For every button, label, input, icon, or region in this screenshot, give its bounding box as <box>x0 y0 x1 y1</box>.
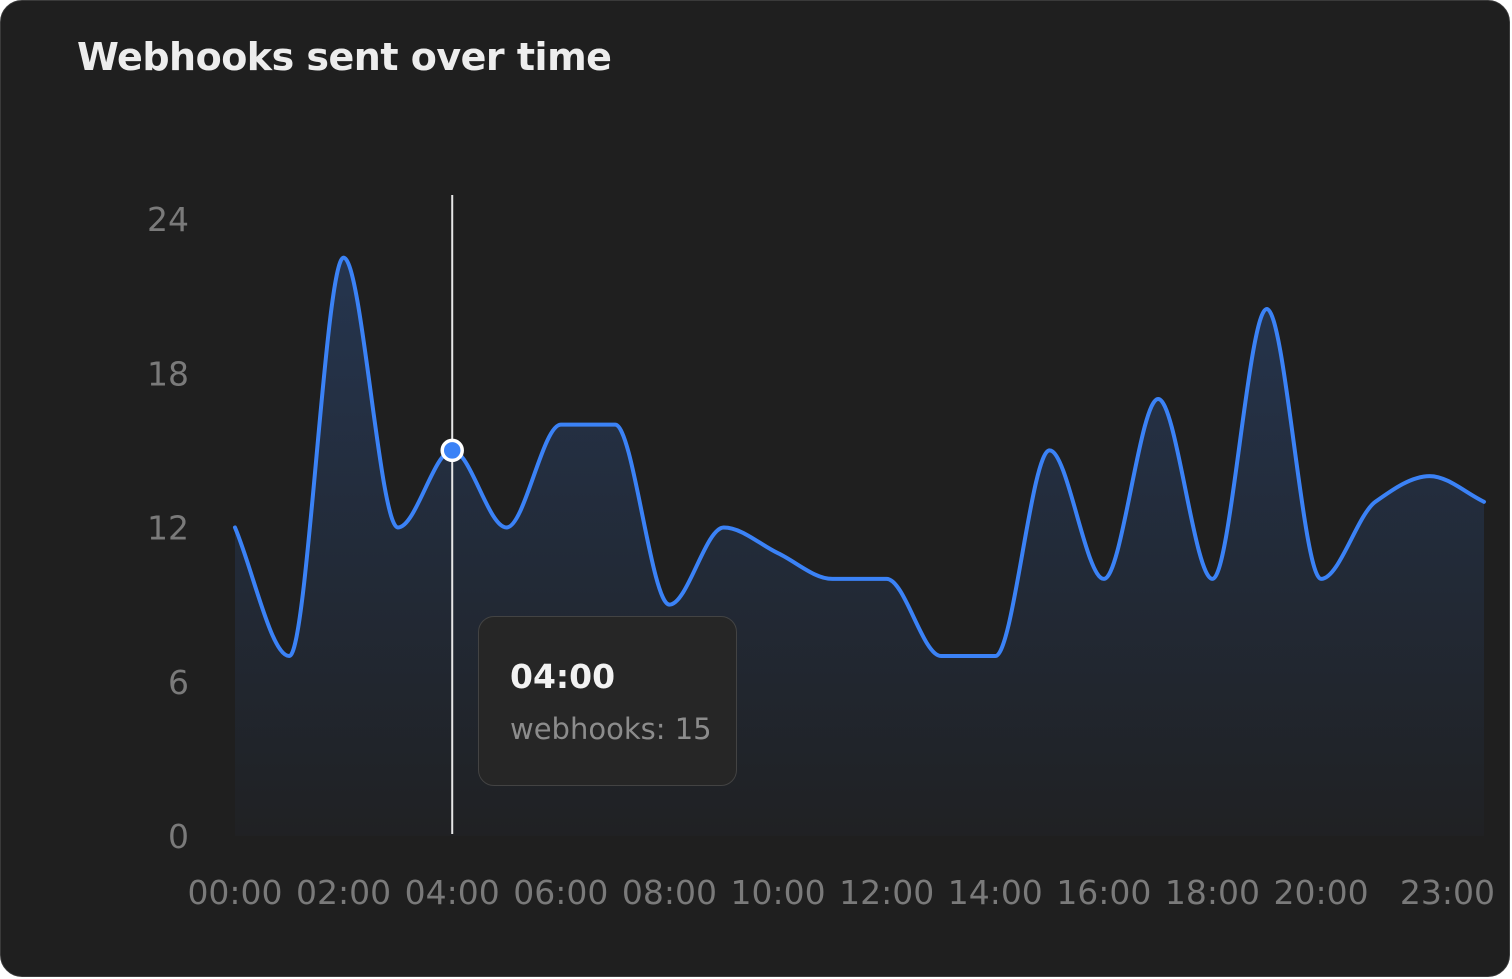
y-axis: 0 6 12 18 24 <box>147 200 189 856</box>
x-tick-label: 14:00 <box>948 873 1043 912</box>
area-fill <box>235 257 1484 836</box>
tooltip-title: 04:00 <box>510 657 616 696</box>
hover-point[interactable] <box>440 438 464 463</box>
x-tick-label: 20:00 <box>1274 873 1369 912</box>
x-tick-label: 02:00 <box>296 873 391 912</box>
y-tick-label: 24 <box>147 200 189 239</box>
y-tick-label: 18 <box>147 354 189 393</box>
y-tick-label: 12 <box>147 509 189 548</box>
y-tick-label: 6 <box>168 663 189 702</box>
x-tick-label: 10:00 <box>730 873 825 912</box>
y-tick-label: 0 <box>168 817 189 856</box>
x-tick-label: 04:00 <box>405 873 500 912</box>
x-tick-label: 06:00 <box>513 873 608 912</box>
x-tick-label: 18:00 <box>1165 873 1260 912</box>
x-tick-label: 00:00 <box>187 873 282 912</box>
chart-card: Webhooks sent over time 0 6 12 18 24 00:00 02… <box>0 0 1510 977</box>
x-tick-label: 23:00 <box>1400 873 1495 912</box>
chart-tooltip: 04:00 webhooks: 15 <box>478 616 737 786</box>
tooltip-value: webhooks: 15 <box>510 712 712 746</box>
x-tick-label: 08:00 <box>622 873 717 912</box>
area-chart[interactable]: 0 6 12 18 24 00:00 02:00 04:00 06:00 08:00 10:00 1… <box>1 1 1510 977</box>
x-tick-label: 16:00 <box>1056 873 1151 912</box>
x-axis: 00:00 02:00 04:00 06:00 08:00 10:00 12:00 14:00… <box>187 873 1495 912</box>
x-tick-label: 12:00 <box>839 873 934 912</box>
